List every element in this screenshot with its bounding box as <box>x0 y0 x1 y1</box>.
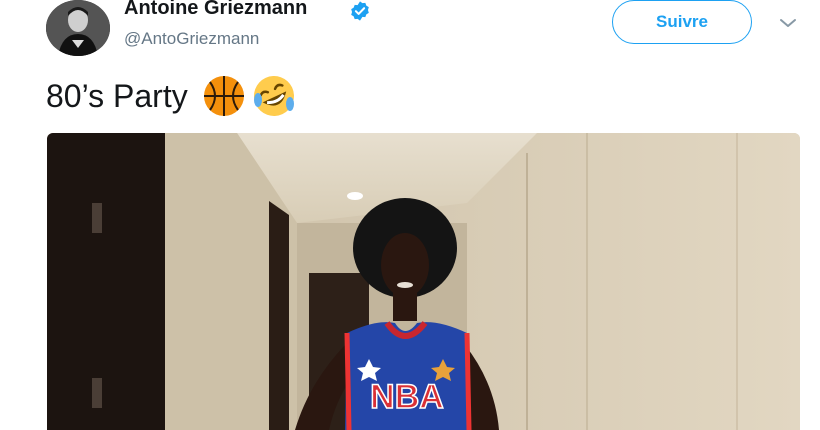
follow-button[interactable]: Suivre <box>612 0 752 44</box>
jersey-text: NBA <box>370 378 444 416</box>
rolling-laughing-emoji-icon <box>253 76 294 116</box>
tweet-photo[interactable]: NBA <box>47 133 800 430</box>
tweet-text: 80’s Party <box>46 74 296 118</box>
user-handle[interactable]: @AntoGriezmann <box>124 29 259 49</box>
avatar[interactable] <box>46 0 110 56</box>
tweet-text-content: 80’s Party <box>46 77 188 114</box>
avatar-photo <box>46 0 110 56</box>
chevron-down-icon[interactable] <box>777 14 799 32</box>
verified-badge-icon <box>351 1 369 21</box>
basketball-emoji-icon <box>203 76 244 116</box>
display-name[interactable]: Antoine Griezmann <box>124 0 307 20</box>
photo-scene: NBA <box>47 133 800 430</box>
